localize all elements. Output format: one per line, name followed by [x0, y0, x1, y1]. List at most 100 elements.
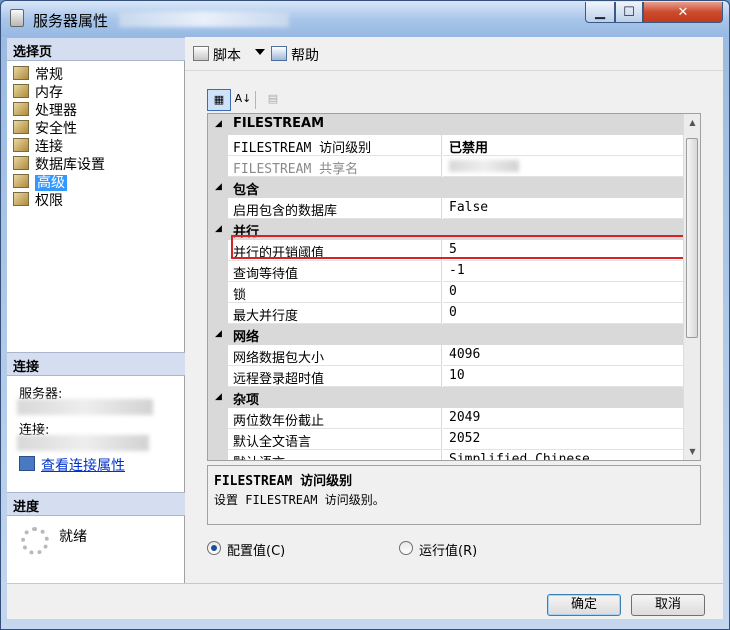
- property-row[interactable]: 查询等待值 -1: [208, 261, 683, 282]
- maximize-button[interactable]: ☐: [615, 2, 643, 23]
- collapse-icon[interactable]: ◢: [215, 224, 222, 234]
- script-dropdown-icon[interactable]: [255, 49, 265, 55]
- property-row[interactable]: 两位数年份截止 2049: [208, 408, 683, 429]
- minimize-button[interactable]: ▁: [585, 2, 615, 23]
- nav-item-permissions[interactable]: 权限: [13, 190, 63, 209]
- category-label: 包含: [233, 183, 260, 198]
- property-value[interactable]: [443, 156, 683, 177]
- title-bar[interactable]: 服务器属性 ▁ ☐ ✕: [1, 1, 729, 37]
- nav-item-memory[interactable]: 内存: [13, 82, 63, 101]
- right-pane: 脚本 帮助 ▦ A↓ ▤ ◢ FILESTREAM FILESTREAM 访问级…: [185, 37, 723, 583]
- category-miscellaneous[interactable]: ◢ 杂项: [208, 387, 683, 408]
- window-title: 服务器属性: [33, 12, 109, 30]
- page-icon: [13, 174, 29, 188]
- categorized-view-icon[interactable]: ▦: [207, 89, 231, 111]
- nav-item-security[interactable]: 安全性: [13, 118, 77, 137]
- category-containment[interactable]: ◢ 包含: [208, 177, 683, 198]
- category-filestream[interactable]: ◢ FILESTREAM: [208, 114, 683, 135]
- page-icon: [13, 84, 29, 98]
- help-button[interactable]: 帮助: [271, 45, 319, 65]
- help-icon: [271, 46, 287, 61]
- nav-item-connections[interactable]: 连接: [13, 136, 63, 155]
- page-icon: [13, 138, 29, 152]
- nav-item-label: 高级: [35, 175, 67, 191]
- collapse-icon[interactable]: ◢: [215, 392, 222, 402]
- property-name: 默认语言: [228, 450, 442, 460]
- description-title: FILESTREAM 访问级别: [214, 474, 353, 489]
- view-connection-properties-link[interactable]: 查看连接属性: [19, 455, 125, 475]
- property-name: 启用包含的数据库: [228, 198, 442, 219]
- property-row[interactable]: 启用包含的数据库 False: [208, 198, 683, 219]
- vertical-scrollbar[interactable]: ▲ ▼: [683, 114, 700, 460]
- progress-status: 就绪: [59, 529, 87, 545]
- nav-item-label: 权限: [35, 193, 63, 209]
- property-row[interactable]: 远程登录超时值 10: [208, 366, 683, 387]
- category-label: 网络: [233, 330, 260, 345]
- dialog-content: 选择页 常规 内存 处理器 安全性 连接 数据库设置 高级 权限 连接 服务器:…: [7, 37, 723, 619]
- property-row[interactable]: 默认语言 Simplified Chinese: [208, 450, 683, 460]
- property-name: 查询等待值: [228, 261, 442, 282]
- property-value[interactable]: 2049: [443, 408, 683, 429]
- category-label: 杂项: [233, 393, 260, 408]
- close-button[interactable]: ✕: [643, 2, 723, 23]
- property-value[interactable]: False: [443, 198, 683, 219]
- minimize-icon: ▁: [595, 5, 605, 20]
- script-button[interactable]: 脚本: [193, 45, 241, 65]
- property-name: 锁: [228, 282, 442, 303]
- scroll-thumb[interactable]: [686, 138, 698, 338]
- nav-item-label: 安全性: [35, 121, 77, 137]
- scroll-down-icon[interactable]: ▼: [684, 443, 700, 460]
- running-values-radio[interactable]: 运行值(R): [399, 540, 477, 559]
- nav-item-label: 处理器: [35, 103, 77, 119]
- link-label: 查看连接属性: [41, 458, 125, 474]
- property-row[interactable]: 网络数据包大小 4096: [208, 345, 683, 366]
- progress-header: 进度: [7, 492, 185, 516]
- nav-item-label: 数据库设置: [35, 157, 105, 173]
- property-row[interactable]: 锁 0: [208, 282, 683, 303]
- collapse-icon[interactable]: ◢: [215, 182, 222, 192]
- maximize-icon: ☐: [623, 5, 635, 20]
- progress-spinner-icon: [21, 527, 49, 555]
- nav-item-processors[interactable]: 处理器: [13, 100, 77, 119]
- property-value[interactable]: 2052: [443, 429, 683, 450]
- connection-header: 连接: [7, 352, 185, 376]
- alphabetical-sort-icon[interactable]: A↓: [231, 89, 255, 111]
- nav-item-general[interactable]: 常规: [13, 64, 63, 83]
- property-row[interactable]: 最大并行度 0: [208, 303, 683, 324]
- document-icon: [10, 9, 24, 27]
- server-properties-window: 服务器属性 ▁ ☐ ✕ 选择页 常规 内存 处理器 安全性 连接 数据库设置 高…: [0, 0, 730, 630]
- nav-item-database-settings[interactable]: 数据库设置: [13, 154, 105, 173]
- collapse-icon[interactable]: ◢: [215, 329, 222, 339]
- property-value[interactable]: 4096: [443, 345, 683, 366]
- nav-item-advanced[interactable]: 高级: [13, 172, 67, 191]
- property-grid: ◢ FILESTREAM FILESTREAM 访问级别 已禁用 FILESTR…: [207, 113, 701, 461]
- blurred-connection-value: [17, 435, 149, 451]
- property-row[interactable]: FILESTREAM 访问级别 已禁用: [208, 135, 683, 156]
- radio-dot: [399, 541, 413, 555]
- property-row[interactable]: FILESTREAM 共享名: [208, 156, 683, 177]
- property-name: 网络数据包大小: [228, 345, 442, 366]
- category-network[interactable]: ◢ 网络: [208, 324, 683, 345]
- page-icon: [13, 192, 29, 206]
- ok-button[interactable]: 确定: [547, 594, 621, 616]
- property-pages-icon[interactable]: ▤: [261, 89, 285, 111]
- configured-values-radio[interactable]: 配置值(C): [207, 540, 285, 559]
- property-value[interactable]: Simplified Chinese: [443, 450, 683, 460]
- scroll-up-icon[interactable]: ▲: [684, 114, 700, 131]
- blurred-server-name: [119, 11, 289, 27]
- property-value[interactable]: 已禁用: [443, 135, 683, 156]
- property-value[interactable]: 0: [443, 303, 683, 324]
- property-value[interactable]: 10: [443, 366, 683, 387]
- property-value[interactable]: -1: [443, 261, 683, 282]
- cancel-button[interactable]: 取消: [631, 594, 705, 616]
- collapse-icon[interactable]: ◢: [215, 119, 222, 129]
- property-value[interactable]: 0: [443, 282, 683, 303]
- property-name: 两位数年份截止: [228, 408, 442, 429]
- description-text: 设置 FILESTREAM 访问级别。: [214, 493, 385, 507]
- page-icon: [13, 102, 29, 116]
- connection-properties-icon: [19, 456, 35, 471]
- property-row[interactable]: 默认全文语言 2052: [208, 429, 683, 450]
- property-name: FILESTREAM 共享名: [228, 156, 442, 177]
- button-bar: 确定 取消: [7, 583, 723, 619]
- page-icon: [13, 66, 29, 80]
